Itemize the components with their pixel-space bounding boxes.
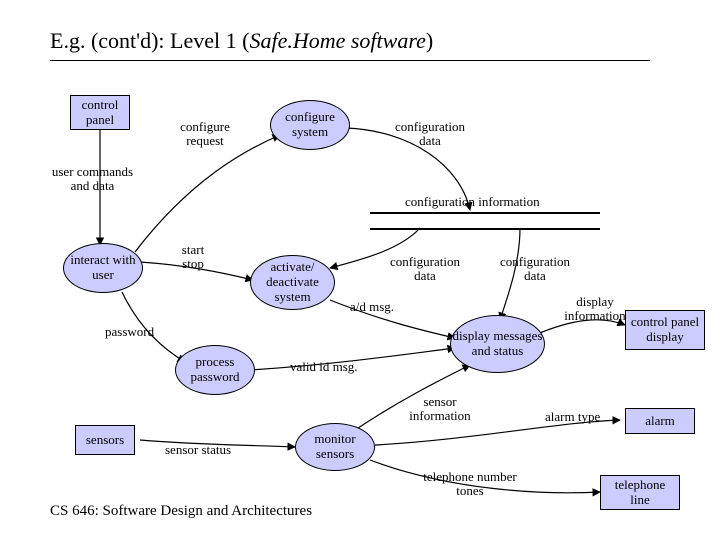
process-monitor-sensors: monitor sensors: [295, 423, 375, 471]
process-label: configure system: [271, 110, 349, 140]
entity-sensors: sensors: [75, 425, 135, 455]
entity-label: control panel display: [630, 315, 700, 345]
process-label: display messages and status: [451, 329, 544, 359]
flow-configuration-data-3: configuration data: [490, 255, 580, 284]
entity-control-panel-display: control panel display: [625, 310, 705, 350]
flow-configure-request: configure request: [170, 120, 240, 149]
entity-label: alarm: [645, 414, 675, 429]
process-display-messages-and-status: display messages and status: [450, 315, 545, 373]
title-italic: Safe.Home software: [249, 28, 425, 53]
flow-user-commands-and-data: user commands and data: [45, 165, 140, 194]
slide-footer: CS 646: Software Design and Architecture…: [50, 503, 312, 520]
title-suffix: ): [426, 28, 433, 53]
flow-ad-msg: a/d msg.: [350, 300, 394, 314]
process-interact-with-user: interact with user: [63, 243, 143, 293]
process-label: process password: [176, 355, 254, 385]
entity-label: telephone line: [605, 478, 675, 508]
flow-configuration-data-2: configuration data: [380, 255, 470, 284]
process-label: activate/ deactivate system: [251, 260, 334, 305]
flow-display-information: display information: [555, 295, 635, 324]
flow-configuration-data-1: configuration data: [385, 120, 475, 149]
data-store-bottom-line: [370, 228, 600, 230]
entity-alarm: alarm: [625, 408, 695, 434]
flow-sensor-information: sensor information: [400, 395, 480, 424]
flow-start-stop: start stop: [173, 243, 213, 272]
slide-title: E.g. (cont'd): Level 1 (Safe.Home softwa…: [50, 28, 433, 54]
process-label: monitor sensors: [296, 432, 374, 462]
flow-password: password: [105, 325, 154, 339]
title-prefix: E.g. (cont'd): Level 1 (: [50, 28, 249, 53]
data-store-label: configuration information: [405, 195, 540, 209]
data-store-top-line: [370, 212, 600, 214]
process-process-password: process password: [175, 345, 255, 395]
title-underline: [50, 60, 650, 61]
entity-label: control panel: [75, 98, 125, 128]
flow-telephone-number-tones: telephone number tones: [420, 470, 520, 499]
entity-control-panel: control panel: [70, 95, 130, 130]
flow-valid-id-msg: valid id msg.: [290, 360, 358, 374]
entity-label: sensors: [86, 433, 124, 448]
flow-sensor-status: sensor status: [165, 443, 231, 457]
entity-telephone-line: telephone line: [600, 475, 680, 510]
process-label: interact with user: [64, 253, 142, 283]
process-configure-system: configure system: [270, 100, 350, 150]
flow-alarm-type: alarm type: [545, 410, 600, 424]
process-activate-deactivate-system: activate/ deactivate system: [250, 255, 335, 310]
